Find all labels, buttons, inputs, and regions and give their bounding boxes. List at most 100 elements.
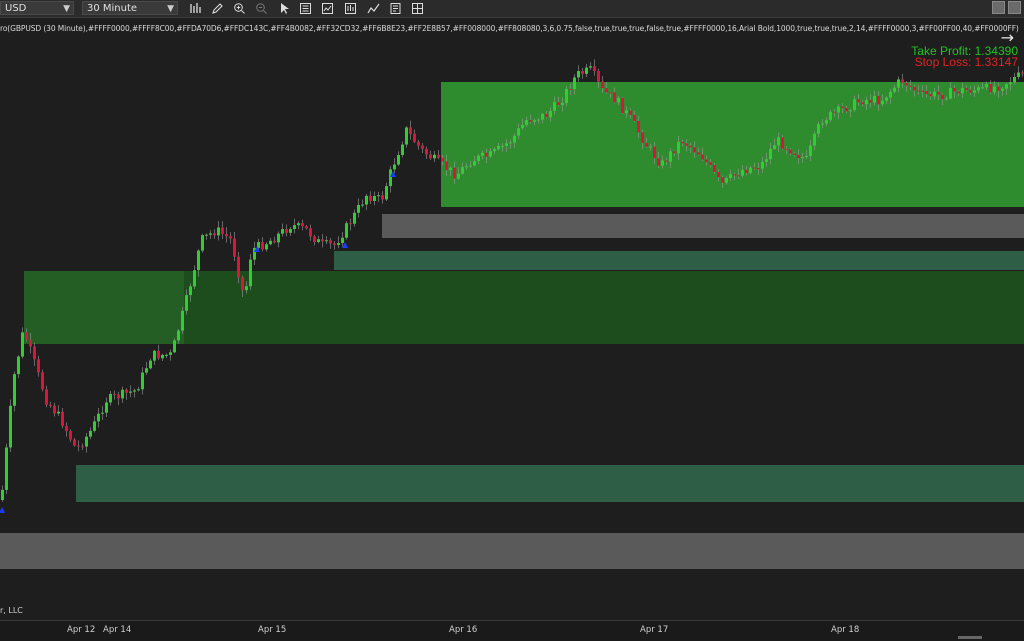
candle-body bbox=[829, 111, 832, 121]
drawing-tools-icon[interactable] bbox=[366, 1, 381, 15]
candle-body bbox=[805, 155, 808, 158]
candle-body bbox=[977, 87, 980, 91]
candle-body bbox=[793, 153, 796, 155]
candle-body bbox=[489, 151, 492, 157]
grid-icon[interactable] bbox=[410, 1, 425, 15]
timeframe-selector-value: 30 Minute bbox=[87, 3, 138, 14]
candle-body bbox=[97, 413, 100, 422]
candle-body bbox=[109, 393, 112, 403]
candle-body bbox=[785, 148, 788, 150]
candle-body bbox=[81, 446, 84, 448]
stop-loss-label: Stop Loss: 1.33147 bbox=[914, 55, 1018, 69]
supply-demand-zone-upper bbox=[441, 82, 1024, 207]
candle-body bbox=[717, 171, 720, 178]
candle-body bbox=[17, 356, 20, 375]
candle-body bbox=[293, 225, 296, 230]
candle-body bbox=[681, 141, 684, 144]
indicators-icon[interactable] bbox=[320, 1, 335, 15]
data-box-icon[interactable] bbox=[388, 1, 403, 15]
time-axis-scroll-thumb[interactable] bbox=[958, 636, 982, 639]
candle-body bbox=[701, 154, 704, 160]
candle-body bbox=[165, 354, 168, 356]
candle-body bbox=[105, 402, 108, 413]
maximize-window-button[interactable] bbox=[1008, 1, 1021, 14]
candle-body bbox=[129, 391, 132, 393]
candle-body bbox=[677, 141, 680, 154]
candle-body bbox=[789, 149, 792, 154]
candle-body bbox=[273, 240, 276, 243]
candle-body bbox=[721, 177, 724, 183]
candle-body bbox=[277, 233, 280, 243]
candle-body bbox=[433, 154, 436, 159]
tile-window-button[interactable] bbox=[992, 1, 1005, 14]
candle-body bbox=[153, 350, 156, 361]
candle-body bbox=[149, 360, 152, 369]
candle-body bbox=[833, 111, 836, 113]
zoom-out-icon[interactable] bbox=[254, 1, 269, 15]
candle-body bbox=[45, 389, 48, 405]
x-axis-label: Apr 18 bbox=[831, 625, 860, 635]
candle-body bbox=[357, 204, 360, 213]
candle-body bbox=[513, 135, 516, 143]
candle-body bbox=[173, 340, 176, 353]
candle-body bbox=[181, 310, 184, 331]
candle-body bbox=[909, 85, 912, 87]
candle-body bbox=[689, 145, 692, 148]
candle-body bbox=[161, 354, 164, 359]
candle-body bbox=[121, 389, 124, 399]
candle-body bbox=[497, 145, 500, 150]
candle-body bbox=[965, 87, 968, 90]
candle-body bbox=[865, 100, 868, 105]
properties-icon[interactable] bbox=[298, 1, 313, 15]
candle-body bbox=[893, 87, 896, 92]
zoom-in-icon[interactable] bbox=[232, 1, 247, 15]
candle-body bbox=[593, 66, 596, 72]
candle-body bbox=[349, 223, 352, 225]
candle-body bbox=[369, 195, 372, 201]
candle-body bbox=[505, 143, 508, 146]
candle-body bbox=[981, 87, 984, 89]
candle-body bbox=[469, 165, 472, 167]
chart-toolbar: USD ▼ 30 Minute ▼ bbox=[0, 0, 1024, 18]
candle-body bbox=[41, 372, 44, 390]
pointer-icon[interactable] bbox=[277, 1, 292, 15]
chevron-down-icon: ▼ bbox=[63, 4, 70, 14]
candle-body bbox=[77, 445, 80, 447]
candle-body bbox=[389, 169, 392, 187]
candle-body bbox=[229, 236, 232, 239]
candle-body bbox=[397, 154, 400, 165]
candle-body bbox=[441, 157, 444, 162]
candle-body bbox=[377, 195, 380, 197]
candle-body bbox=[325, 240, 328, 242]
timeframe-selector[interactable]: 30 Minute ▼ bbox=[82, 1, 178, 15]
dark-green-zone-origin bbox=[24, 271, 184, 344]
price-chart-canvas[interactable] bbox=[0, 18, 1024, 620]
candle-body bbox=[289, 229, 292, 233]
instrument-selector[interactable]: USD ▼ bbox=[0, 1, 74, 15]
candle-body bbox=[261, 242, 264, 250]
candle-body bbox=[29, 339, 32, 347]
candle-body bbox=[777, 137, 780, 146]
time-axis[interactable] bbox=[0, 620, 1024, 641]
candle-body bbox=[937, 91, 940, 95]
candle-body bbox=[517, 128, 520, 136]
pencil-icon[interactable] bbox=[210, 1, 225, 15]
candle-body bbox=[493, 149, 496, 152]
candle-body bbox=[1001, 88, 1004, 91]
candle-body bbox=[453, 167, 456, 179]
candle-body bbox=[329, 240, 332, 244]
candle-body bbox=[465, 166, 468, 168]
candle-body bbox=[533, 120, 536, 122]
candle-body bbox=[301, 223, 304, 227]
candle-body bbox=[925, 90, 928, 95]
strategies-icon[interactable] bbox=[343, 1, 358, 15]
candle-body bbox=[877, 95, 880, 105]
candle-body bbox=[241, 277, 244, 291]
candle-body bbox=[741, 169, 744, 176]
candle-body bbox=[753, 167, 756, 169]
candle-body bbox=[985, 84, 988, 88]
candle-body bbox=[209, 233, 212, 235]
candle-body bbox=[365, 195, 368, 205]
bar-chart-icon[interactable] bbox=[188, 1, 203, 15]
candle-body bbox=[973, 90, 976, 93]
